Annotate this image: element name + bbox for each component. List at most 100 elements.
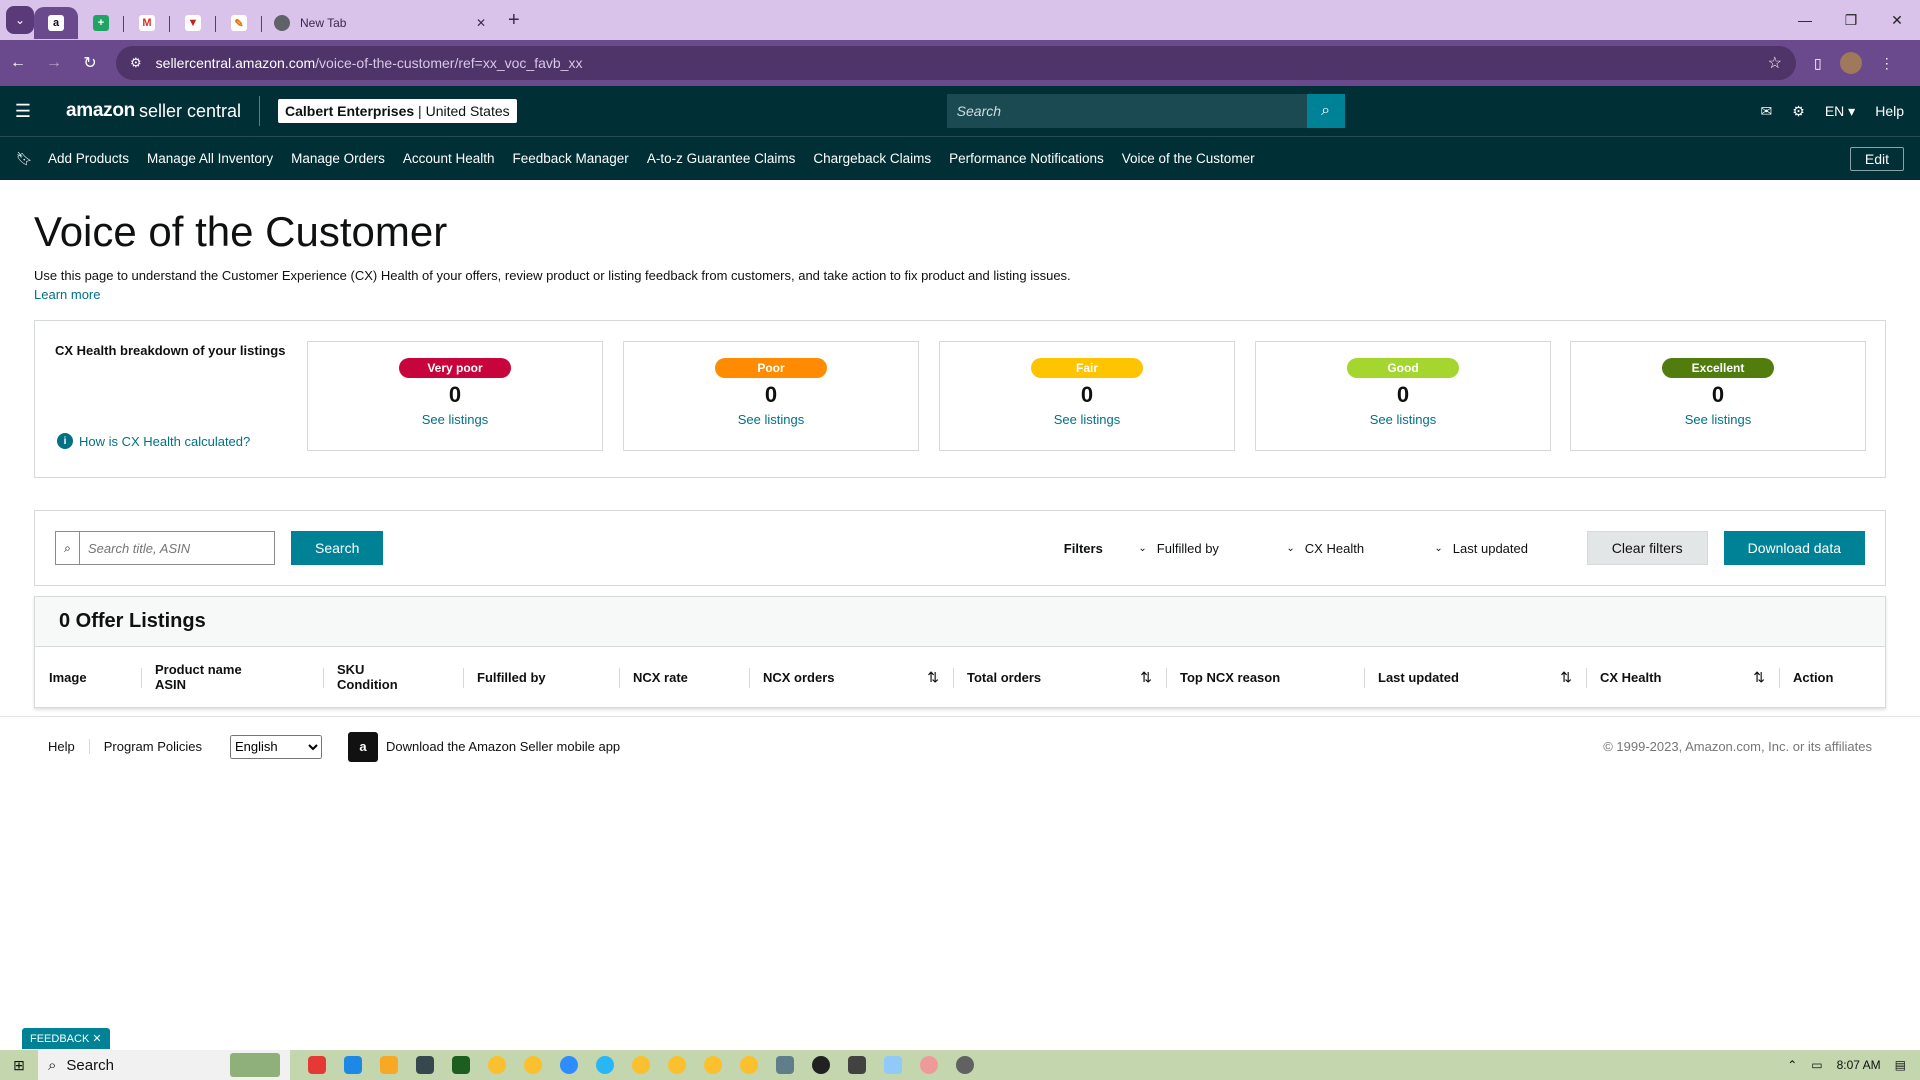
profile-avatar[interactable] [1839,52,1862,74]
minimize-icon[interactable]: — [1782,0,1828,40]
column-total-orders[interactable]: Total orders ⇅ [953,660,1166,694]
tab-gmail[interactable]: M [124,7,170,39]
see-listings-very-poor[interactable]: See listings [308,412,602,427]
restore-icon[interactable]: ❐ [1828,0,1874,40]
tab-new-tab[interactable]: New Tab ✕ [262,7,498,39]
account-switcher[interactable]: Calbert Enterprises | United States [278,99,517,123]
nav-atoz-claims[interactable]: A-to-z Guarantee Claims [647,151,796,166]
column-last-updated[interactable]: Last updated ⇅ [1364,660,1586,694]
tab-search-icon[interactable]: ⌄ [6,6,34,34]
footer-program-policies-link[interactable]: Program Policies [104,739,216,754]
chrome-icon[interactable] [704,1056,722,1074]
header-search-button[interactable]: ⌕ [1306,94,1345,128]
telegram-icon[interactable] [596,1056,614,1074]
app-icon[interactable] [812,1056,830,1074]
chrome-icon[interactable] [632,1056,650,1074]
nav-account-health[interactable]: Account Health [403,151,495,166]
tab-pinned-5[interactable]: ✎ [216,7,262,39]
forward-icon[interactable]: → [36,54,72,72]
edit-bookmarks-button[interactable]: Edit [1849,146,1904,171]
footer-help-link[interactable]: Help [48,739,90,754]
bookmark-icon[interactable]: 🔖︎ [0,151,48,167]
download-app-link[interactable]: Download the Amazon Seller mobile app [386,739,620,754]
language-selector[interactable]: EN ▾ [1825,103,1855,120]
settings-icon[interactable] [956,1056,974,1074]
see-listings-excellent[interactable]: See listings [1571,412,1865,427]
last-updated-dropdown[interactable]: ⌄ Last updated [1423,541,1547,556]
windows-start-icon[interactable]: ⊞ [0,1057,38,1074]
nav-performance-notifications[interactable]: Performance Notifications [949,151,1104,166]
close-window-icon[interactable]: ✕ [1874,0,1920,40]
clear-filters-button[interactable]: Clear filters [1586,531,1708,565]
gear-icon[interactable]: ⚙ [1792,103,1805,120]
site-info-icon[interactable]: ⚙ [130,55,142,71]
fulfilled-by-dropdown[interactable]: ⌄ Fulfilled by [1127,541,1251,556]
mail-icon[interactable]: ✉ [1761,103,1773,120]
cx-count-poor: 0 [764,382,778,407]
see-listings-good[interactable]: See listings [1256,412,1550,427]
nav-manage-orders[interactable]: Manage Orders [291,151,385,166]
battery-icon[interactable]: ▭ [1811,1058,1822,1072]
seller-central-logo[interactable]: amazon seller central [46,96,260,126]
column-ncx-orders[interactable]: NCX orders ⇅ [749,660,953,694]
file-explorer-icon[interactable] [380,1056,398,1074]
account-name: Calbert Enterprises [285,103,415,119]
see-listings-fair[interactable]: See listings [940,412,1234,427]
nav-feedback-manager[interactable]: Feedback Manager [512,151,628,166]
notepad-icon[interactable] [884,1056,902,1074]
chrome-icon[interactable] [524,1056,542,1074]
close-tab-icon[interactable]: ✕ [476,16,486,30]
nav-voice-of-customer[interactable]: Voice of the Customer [1122,151,1255,166]
side-panel-icon[interactable]: ▯ [1814,55,1822,72]
sort-icon[interactable]: ⇅ [1140,669,1152,686]
browser-menu-icon[interactable]: ⋮ [1880,55,1894,72]
footer-language-select[interactable]: English [230,734,323,759]
sort-icon[interactable]: ⇅ [1560,669,1572,686]
excel-icon[interactable] [452,1056,470,1074]
download-data-button[interactable]: Download data [1723,531,1865,565]
sort-icon[interactable]: ⇅ [927,669,939,686]
chrome-icon[interactable] [668,1056,686,1074]
tab-amazon[interactable]: a [34,7,78,39]
page-description: Use this page to understand the Customer… [34,268,1071,283]
listing-search-input[interactable] [80,532,274,564]
edge-icon[interactable] [344,1056,362,1074]
notification-icon[interactable]: ▤ [1895,1058,1906,1072]
taskbar-search[interactable]: ⌕ Search [38,1050,290,1080]
sort-icon[interactable]: ⇅ [1753,669,1765,686]
cx-health-dropdown[interactable]: ⌄ CX Health [1275,541,1399,556]
see-listings-poor[interactable]: See listings [624,412,918,427]
nav-chargeback-claims[interactable]: Chargeback Claims [813,151,931,166]
nav-manage-inventory[interactable]: Manage All Inventory [147,151,273,166]
amazon-app-icon[interactable]: a [348,731,379,762]
paint-icon[interactable] [920,1056,938,1074]
help-link[interactable]: Help [1875,103,1904,119]
cx-card-fair: Fair 0 See listings [939,341,1235,451]
reload-icon[interactable]: ↻ [72,53,108,73]
steam-icon[interactable] [416,1056,434,1074]
hamburger-menu-icon[interactable]: ☰ [0,101,46,122]
bookmark-star-icon[interactable]: ☆ [1768,53,1782,73]
feedback-tab[interactable]: FEEDBACK ✕ [22,1028,110,1049]
zoom-icon[interactable] [560,1056,578,1074]
cx-health-calculation-link[interactable]: i How is CX Health calculated? [57,433,250,449]
nav-add-products[interactable]: Add Products [48,151,129,166]
chrome-icon[interactable] [740,1056,758,1074]
chevron-up-icon[interactable]: ⌃ [1787,1058,1797,1072]
cx-card-very-poor: Very poor 0 See listings [307,341,603,451]
learn-more-link[interactable]: Learn more [34,287,1886,302]
column-cx-health[interactable]: CX Health ⇅ [1586,660,1779,694]
clock[interactable]: 8:07 AM [1837,1058,1881,1072]
app-icon[interactable] [308,1056,326,1074]
app-icon[interactable] [848,1056,866,1074]
close-icon[interactable]: ✕ [92,1033,101,1045]
listing-search-button[interactable]: Search [291,531,384,565]
tab-pinned-4[interactable]: ▼ [170,7,216,39]
tab-sheets[interactable]: + [78,7,124,39]
back-icon[interactable]: ← [0,54,36,72]
chrome-icon[interactable] [488,1056,506,1074]
new-tab-plus-icon[interactable]: + [508,9,520,32]
header-search-input[interactable] [946,94,1307,128]
calculator-icon[interactable] [776,1056,794,1074]
address-bar[interactable]: ⚙ sellercentral.amazon.com/voice-of-the-… [116,46,1796,80]
